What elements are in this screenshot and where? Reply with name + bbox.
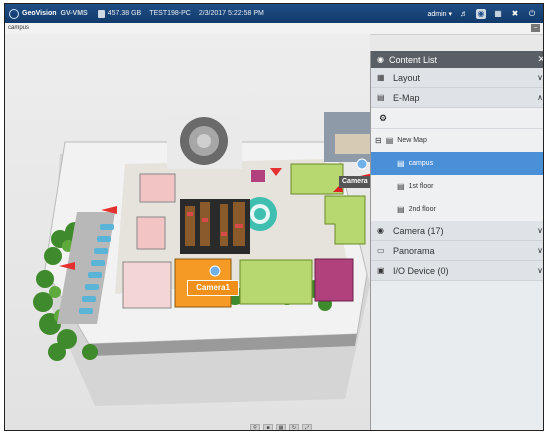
section-panorama[interactable]: ▭ Panorama ∨ — [371, 241, 543, 261]
content-list-panel: ◉ Content List ✕ ▦ Layout ∨ ▤ E-Map ∧ ⚙ … — [370, 51, 543, 430]
section-io-device-label: I/O Device (0) — [393, 265, 449, 276]
grid-icon: ▦ — [377, 73, 385, 82]
section-panorama-label: Panorama — [393, 245, 435, 256]
tree-node-2nd-floor-label: 2nd floor — [408, 206, 436, 213]
close-icon[interactable]: ✕ — [537, 54, 543, 65]
emap-view[interactable]: Camera1 Camera ⚲ ■ ▦ ↻ ⤢ — [5, 34, 370, 430]
section-emap-label: E-Map — [393, 92, 420, 103]
io-icon: ▣ — [377, 266, 385, 275]
tree-node-2nd-floor[interactable]: ▤ 2nd floor — [371, 198, 543, 221]
grid-view-icon[interactable]: ▦ — [276, 424, 286, 430]
chevron-down-icon: ∨ — [537, 246, 543, 255]
tree-node-root[interactable]: ⊟ ▤ New Map — [371, 129, 543, 152]
rotate-icon[interactable]: ↻ — [289, 424, 299, 430]
camera2-marker — [356, 158, 368, 170]
camera-icon: ◉ — [377, 226, 384, 235]
eye-icon[interactable]: ◉ — [476, 8, 486, 19]
tools-icon[interactable]: ✖ — [510, 9, 520, 19]
section-layout-label: Layout — [393, 72, 421, 83]
user-menu-caret-icon: ▾ — [448, 10, 452, 18]
tree-node-1st-floor[interactable]: ▤ 1st floor — [371, 175, 543, 198]
map-icon: ▤ — [397, 159, 405, 168]
map-icon: ▤ — [397, 182, 405, 191]
camera2-label-text: Camera — [342, 178, 368, 185]
map-icon: ▤ — [397, 205, 405, 214]
brand-name: GeoVision — [22, 10, 57, 17]
chevron-down-icon: ∨ — [537, 226, 543, 235]
section-io-device[interactable]: ▣ I/O Device (0) ∨ — [371, 261, 543, 281]
stop-icon[interactable]: ■ — [263, 424, 273, 430]
minimize-icon[interactable]: – — [531, 24, 540, 32]
section-camera[interactable]: ◉ Camera (17) ∨ — [371, 221, 543, 241]
brand: GeoVision GV-VMS — [9, 8, 92, 19]
power-icon[interactable]: ⏻ — [527, 9, 537, 19]
breadcrumb: campus — [8, 25, 30, 31]
camera1-marker — [209, 265, 221, 277]
tree-node-root-label: New Map — [397, 137, 427, 144]
content-list-title: Content List — [388, 54, 438, 65]
map-icon: ▤ — [377, 93, 385, 102]
layout-icon[interactable]: ▦ — [493, 9, 503, 19]
content-list-header: ◉ Content List ✕ — [371, 51, 543, 68]
user-name: admin — [427, 10, 447, 18]
user-menu[interactable]: admin ▾ — [427, 10, 452, 18]
collapse-icon[interactable]: ⊟ — [375, 136, 382, 145]
top-bar: GeoVision GV-VMS 457.38 GB TEST198-PC 2/… — [5, 4, 543, 23]
map-toolbar: ⚲ ■ ▦ ↻ ⤢ — [250, 424, 312, 430]
zoom-icon[interactable]: ⚲ — [250, 424, 260, 430]
volume-icon[interactable]: ♬ — [459, 9, 469, 19]
tree-node-campus-label: campus — [408, 160, 434, 167]
host-name: TEST198-PC — [149, 10, 191, 17]
map-icon: ▤ — [385, 136, 394, 145]
date-time: 2/3/2017 5:22:58 PM — [198, 10, 264, 17]
panorama-icon: ▭ — [377, 246, 385, 255]
vms-window: GeoVision GV-VMS 457.38 GB TEST198-PC 2/… — [4, 3, 544, 431]
camera1-label[interactable]: Camera1 — [187, 280, 239, 296]
geovision-logo-icon — [9, 8, 19, 19]
camera2-label[interactable]: Camera — [339, 176, 370, 188]
campus-map-drawing — [33, 112, 370, 406]
disk-icon — [97, 9, 105, 18]
section-camera-label: Camera (17) — [393, 225, 444, 236]
section-layout[interactable]: ▦ Layout ∨ — [371, 68, 543, 88]
section-emap[interactable]: ▤ E-Map ∧ — [371, 88, 543, 108]
chevron-up-icon: ∧ — [537, 93, 543, 102]
camera1-label-text: Camera1 — [196, 283, 230, 292]
emap-tree: ⊟ ▤ New Map ▤ campus ▤ 1st floor ▤ 2nd f… — [371, 129, 543, 221]
fullscreen-icon[interactable]: ⤢ — [302, 424, 312, 430]
product-name: GV-VMS — [60, 10, 88, 17]
emap-toolbar: ⚙ — [371, 108, 543, 129]
chevron-down-icon: ∨ — [537, 266, 543, 275]
eye-icon: ◉ — [377, 55, 384, 64]
tree-node-campus[interactable]: ▤ campus — [371, 152, 543, 175]
disk-space: 457.38 GB — [107, 10, 142, 17]
gear-icon[interactable]: ⚙ — [379, 113, 387, 124]
tree-node-1st-floor-label: 1st floor — [408, 183, 434, 190]
chevron-down-icon: ∨ — [537, 73, 543, 82]
